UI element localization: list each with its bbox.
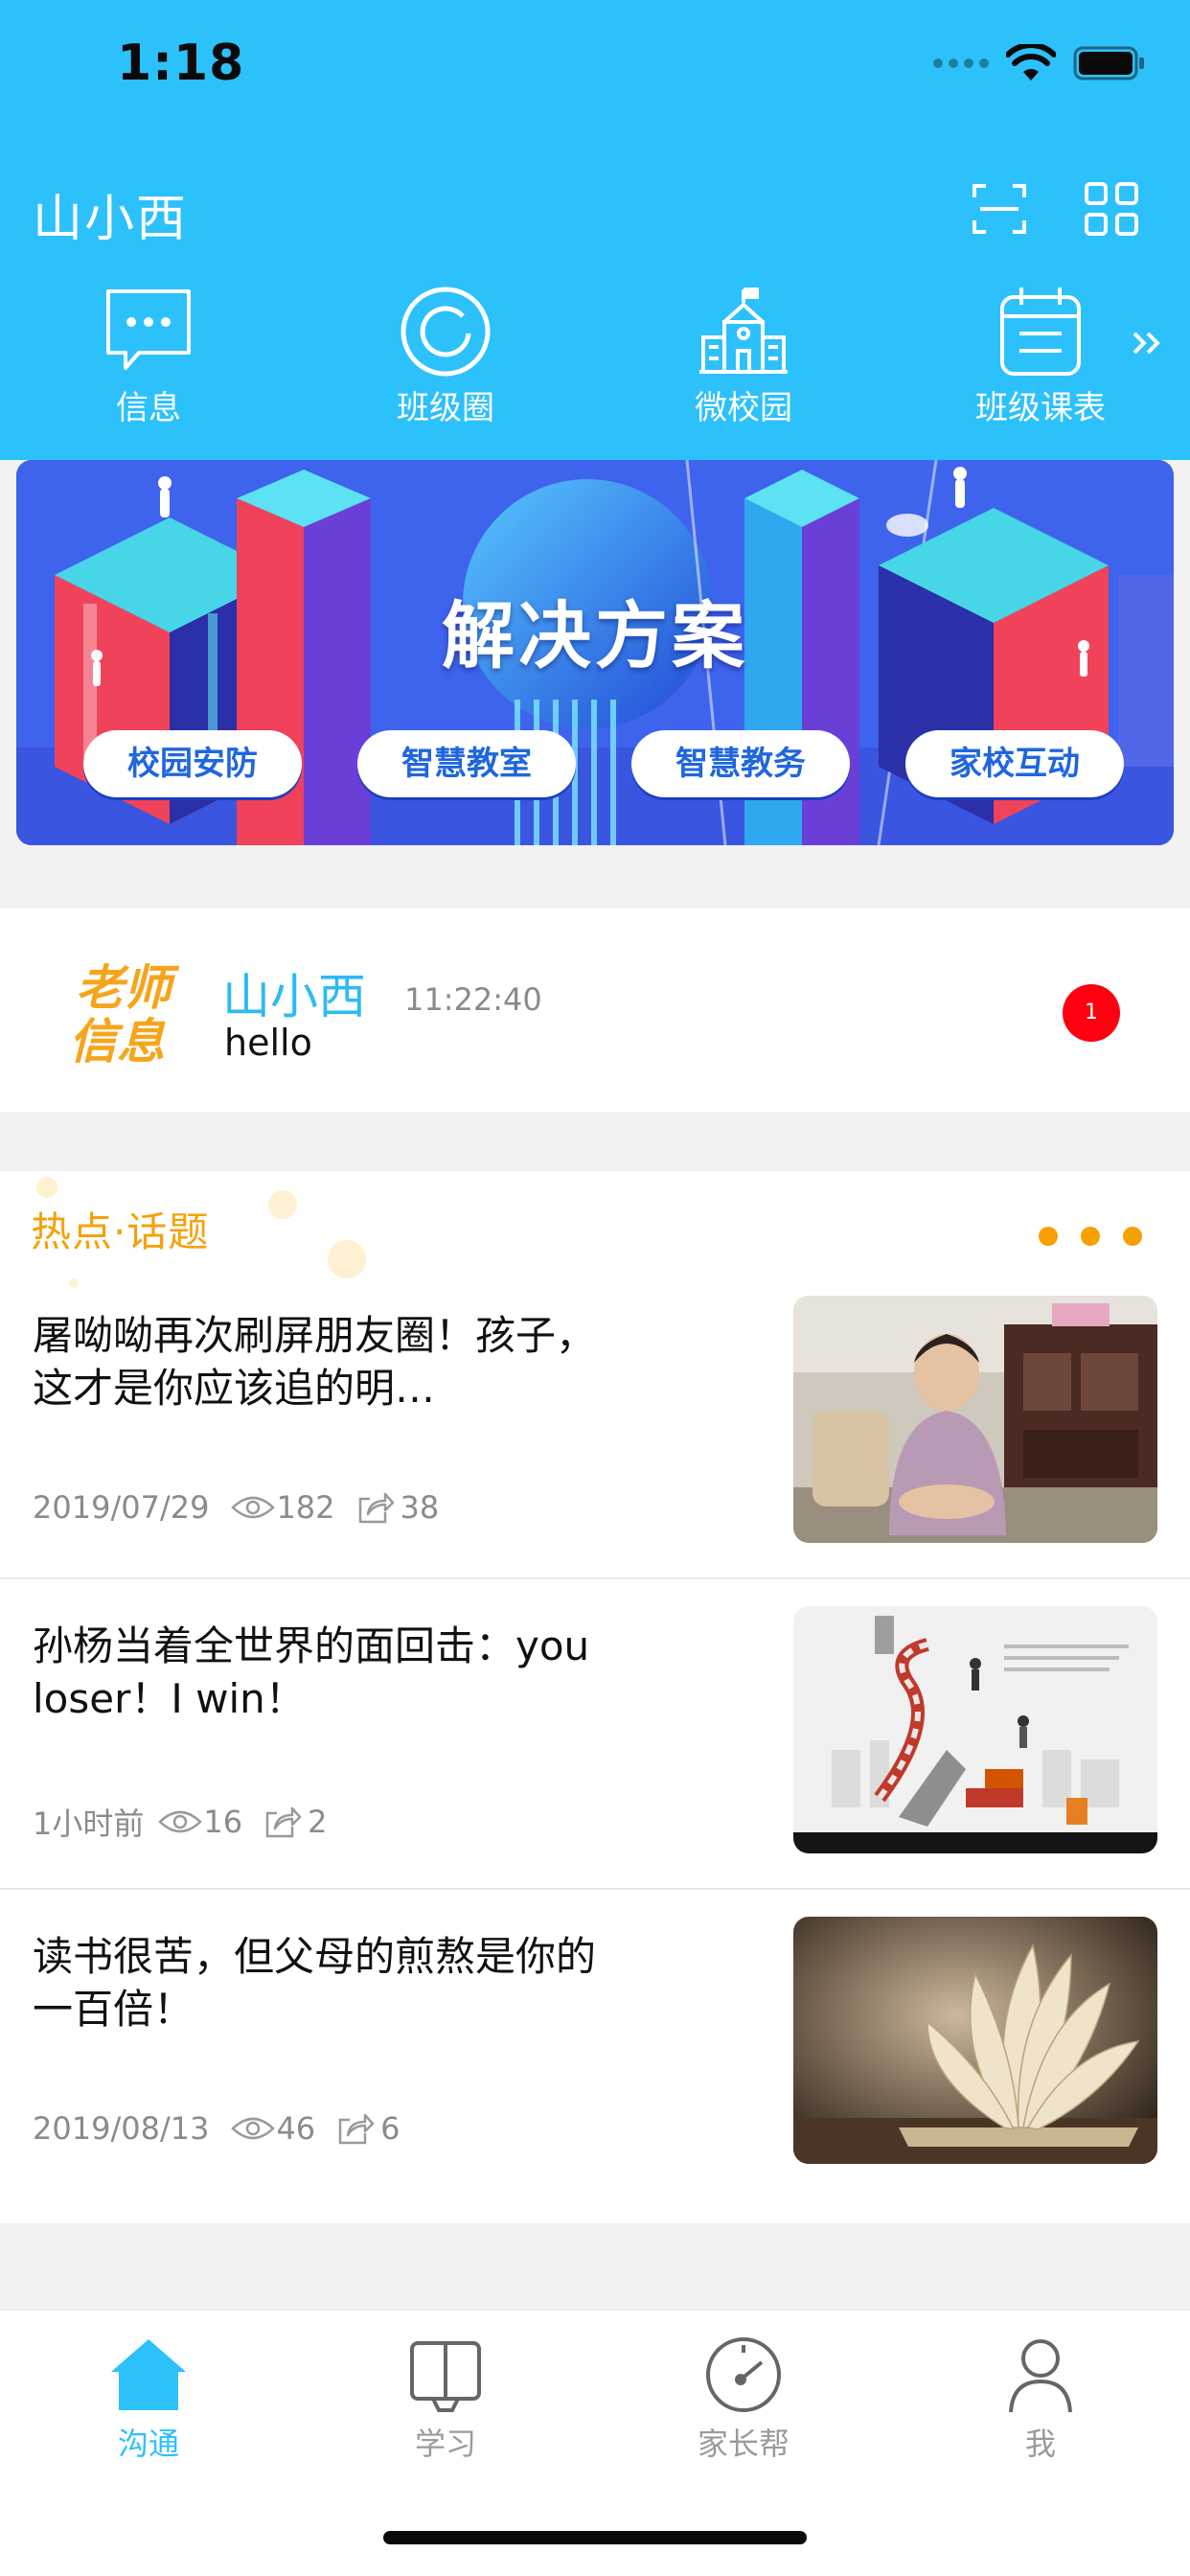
svg-text:信息: 信息 [69, 1014, 166, 1070]
double-chevron-right-icon[interactable] [1129, 324, 1167, 362]
article-date: 2019/07/29 [33, 1489, 210, 1526]
hot-topics-section: 热点·话题 屠呦呦再次刷屏朋友圈！孩子，这才是你应该追的明… 2019/07/2… [0, 1171, 1190, 2223]
solutions-banner[interactable]: 解决方案 校园安防 智慧教室 智慧教务 家校互动 [16, 460, 1174, 845]
home-icon [107, 2334, 190, 2416]
quick-link-timetable[interactable]: 班级课表 [945, 284, 1136, 428]
article-item[interactable]: 孙杨当着全世界的面回击：you loser！I win！ 1小时前 16 2 [0, 1577, 1190, 1888]
quick-link-school[interactable]: 微校园 [648, 284, 839, 428]
quick-link-label: 信息 [116, 389, 181, 427]
share-icon [265, 1806, 302, 1838]
quick-link-label: 班级圈 [397, 389, 494, 427]
eye-icon [158, 1810, 203, 1833]
article-views: 182 [276, 1489, 335, 1526]
message-preview: hello [224, 1022, 312, 1064]
eye-icon [231, 1496, 276, 1519]
banner-title: 解决方案 [442, 593, 748, 678]
quick-link-label: 微校园 [695, 389, 792, 427]
tab-parent-help[interactable]: 家长帮 [657, 2334, 830, 2464]
tab-communicate[interactable]: 沟通 [62, 2334, 235, 2464]
tab-learning[interactable]: 学习 [359, 2334, 532, 2464]
app-header: 1:18 山小西 信息 班级圈 微校园 班级课表 [0, 0, 1190, 460]
article-thumbnail [793, 1296, 1157, 1543]
share-icon [358, 1492, 394, 1524]
status-time: 1:18 [117, 34, 245, 92]
tab-label: 学习 [414, 2426, 476, 2462]
school-icon [696, 284, 791, 380]
banner-pill[interactable]: 智慧教务 [631, 730, 850, 797]
compass-icon [702, 2334, 785, 2416]
wifi-icon [1006, 44, 1056, 82]
signal-icon [933, 58, 989, 68]
message-sender: 山小西 [222, 969, 366, 1024]
tab-label: 我 [1024, 2426, 1056, 2462]
article-shares: 38 [400, 1489, 440, 1526]
article-thumbnail [793, 1606, 1157, 1853]
decor-dot [36, 1177, 57, 1198]
message-icon [101, 284, 196, 380]
article-date: 1小时前 [33, 1806, 145, 1842]
article-title: 屠呦呦再次刷屏朋友圈！孩子，这才是你应该追的明… [33, 1312, 597, 1412]
article-meta: 1小时前 16 2 [33, 1800, 327, 1844]
article-views: 16 [203, 1804, 243, 1840]
eye-icon [231, 2117, 276, 2140]
article-item[interactable]: 读书很苦，但父母的煎熬是你的一百倍！ 2019/08/13 46 6 [0, 1888, 1190, 2198]
share-icon [338, 2113, 375, 2145]
unread-badge: 1 [1063, 984, 1120, 1042]
banner-pill[interactable]: 智慧教室 [357, 730, 576, 797]
class-circle-icon [398, 284, 493, 380]
teacher-info-logo: 老师 信息 [61, 951, 186, 1070]
teacher-message-card[interactable]: 老师 信息 山小西 11:22:40 hello [0, 908, 1190, 1112]
tab-label: 家长帮 [697, 2426, 790, 2462]
status-indicators [933, 44, 1146, 82]
quick-links: 信息 班级圈 微校园 班级课表 [0, 284, 1190, 427]
quick-link-class-circle[interactable]: 班级圈 [350, 284, 541, 428]
message-time: 11:22:40 [404, 981, 542, 1018]
quick-link-message[interactable]: 信息 [53, 284, 244, 428]
article-title: 孙杨当着全世界的面回击：you loser！I win！ [33, 1622, 590, 1722]
page-title: 山小西 [33, 191, 189, 248]
more-icon[interactable] [1039, 1227, 1142, 1246]
section-title: 热点·话题 [31, 1208, 210, 1255]
banner-pill[interactable]: 家校互动 [905, 730, 1124, 797]
book-icon [404, 2334, 487, 2416]
battery-icon [1073, 46, 1146, 80]
calendar-icon [993, 284, 1088, 380]
article-meta: 2019/08/13 46 6 [33, 2110, 400, 2147]
decor-dot [268, 1190, 297, 1219]
home-indicator [383, 2531, 807, 2544]
banner-pill[interactable]: 校园安防 [83, 730, 302, 797]
article-title: 读书很苦，但父母的煎熬是你的一百倍！ [33, 1933, 597, 2033]
article-shares: 6 [380, 2110, 400, 2147]
tab-label: 沟通 [117, 2426, 179, 2462]
grid-icon[interactable] [1083, 180, 1140, 238]
user-icon [999, 2334, 1082, 2416]
article-views: 46 [276, 2110, 316, 2147]
article-date: 2019/08/13 [33, 2110, 210, 2147]
article-shares: 2 [308, 1804, 328, 1840]
article-item[interactable]: 屠呦呦再次刷屏朋友圈！孩子，这才是你应该追的明… 2019/07/29 182 … [0, 1267, 1190, 1577]
quick-link-label: 班级课表 [975, 389, 1106, 427]
article-meta: 2019/07/29 182 38 [33, 1489, 439, 1526]
article-thumbnail [793, 1917, 1157, 2164]
tab-me[interactable]: 我 [954, 2334, 1127, 2464]
svg-text:老师: 老师 [76, 960, 180, 1016]
scan-icon[interactable] [971, 180, 1028, 238]
